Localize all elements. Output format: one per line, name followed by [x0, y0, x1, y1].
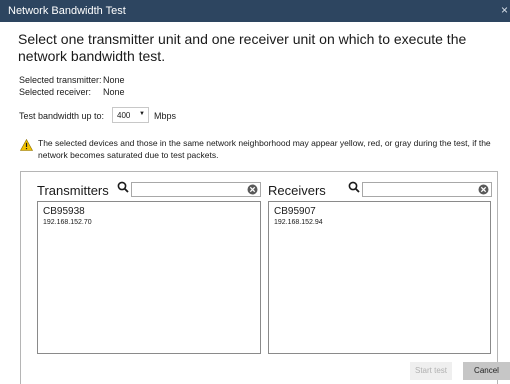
bandwidth-select[interactable]: 400 ▼ — [112, 107, 149, 123]
transmitter-search-input[interactable] — [134, 184, 234, 195]
device-name: CB95938 — [43, 206, 85, 217]
bandwidth-unit: Mbps — [154, 111, 177, 121]
start-test-button[interactable]: Start test — [410, 362, 452, 380]
search-icon[interactable] — [117, 181, 129, 193]
chevron-down-icon: ▼ — [139, 111, 145, 117]
selected-receiver-label: Selected receiver: — [19, 87, 92, 97]
device-ip: 192.168.152.70 — [43, 219, 92, 226]
warning-triangle-icon — [20, 139, 33, 151]
transmitters-title: Transmitters — [37, 183, 109, 198]
device-name: CB95907 — [274, 206, 316, 217]
receiver-list[interactable]: CB95907 192.168.152.94 — [268, 201, 491, 354]
clear-search-icon[interactable] — [478, 184, 489, 195]
search-icon[interactable] — [348, 181, 360, 193]
instruction-heading: Select one transmitter unit and one rece… — [18, 31, 467, 64]
selected-receiver-value: None — [103, 87, 125, 97]
list-item[interactable]: CB95907 192.168.152.94 — [274, 206, 323, 228]
receiver-search-input[interactable] — [365, 184, 465, 195]
bandwidth-value: 400 — [117, 111, 131, 120]
selected-transmitter-label: Selected transmitter: — [19, 75, 102, 85]
window-title: Network Bandwidth Test — [8, 5, 126, 17]
bandwidth-label: Test bandwidth up to: — [19, 111, 105, 121]
device-ip: 192.168.152.94 — [274, 219, 323, 226]
cancel-button[interactable]: Cancel — [463, 362, 510, 380]
close-icon[interactable]: × — [501, 3, 508, 17]
warning-text: The selected devices and those in the sa… — [38, 138, 491, 160]
transmitter-search-field[interactable] — [131, 182, 261, 197]
transmitter-list[interactable]: CB95938 192.168.152.70 — [37, 201, 261, 354]
selected-transmitter-row: Selected transmitter:None — [19, 75, 125, 85]
clear-search-icon[interactable] — [247, 184, 258, 195]
selected-receiver-row: Selected receiver: None — [19, 87, 125, 97]
title-bar: Network Bandwidth Test × — [0, 0, 510, 22]
receiver-search-field[interactable] — [362, 182, 492, 197]
receivers-title: Receivers — [268, 183, 326, 198]
selected-transmitter-value: None — [103, 75, 125, 85]
list-item[interactable]: CB95938 192.168.152.70 — [43, 206, 92, 228]
